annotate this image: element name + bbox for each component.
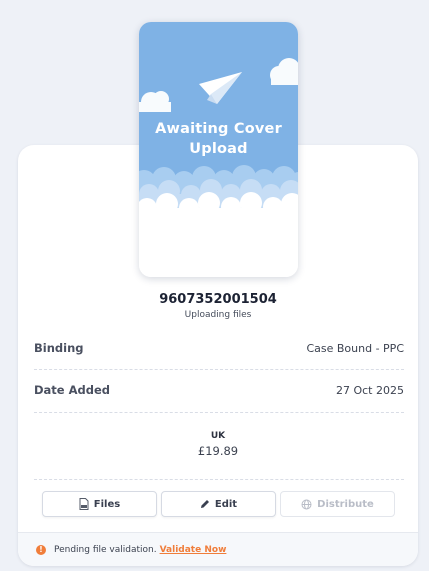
isbn-title: 9607352001504 (159, 292, 277, 307)
cover-line-1: Awaiting Cover (155, 121, 282, 137)
date-added-label: Date Added (34, 383, 111, 397)
binding-label: Binding (34, 341, 84, 355)
files-button-label: Files (93, 498, 121, 510)
warning-icon: ! (36, 544, 46, 555)
validation-footer: ! Pending file validation. Validate Now (18, 532, 418, 566)
binding-row: Binding Case Bound - PPC (34, 338, 404, 358)
pencil-icon (200, 499, 210, 509)
divider (34, 479, 404, 480)
validate-now-link[interactable]: Validate Now (160, 545, 227, 555)
divider (34, 369, 404, 370)
date-added-row: Date Added 27 Oct 2025 (34, 380, 404, 400)
validation-message: Pending file validation. (54, 544, 157, 555)
edit-button[interactable]: Edit (161, 491, 276, 517)
files-button[interactable]: Files (42, 491, 157, 517)
cover-line-2: Upload (189, 141, 248, 157)
edit-button-label: Edit (214, 498, 238, 510)
upload-status: Uploading files (184, 310, 252, 320)
market-price: £19.89 (197, 444, 239, 458)
globe-icon (301, 499, 312, 510)
market-code: UK (210, 431, 226, 441)
date-added-value: 27 Oct 2025 (335, 383, 404, 397)
divider (34, 412, 404, 413)
book-cover-placeholder: Awaiting Cover Upload (139, 22, 298, 277)
cover-placeholder-text: Awaiting Cover Upload (139, 119, 298, 159)
distribute-button[interactable]: Distribute (280, 491, 395, 517)
binding-value: Case Bound - PPC (306, 341, 404, 355)
pdf-file-icon (79, 498, 89, 510)
distribute-button-label: Distribute (317, 498, 374, 510)
